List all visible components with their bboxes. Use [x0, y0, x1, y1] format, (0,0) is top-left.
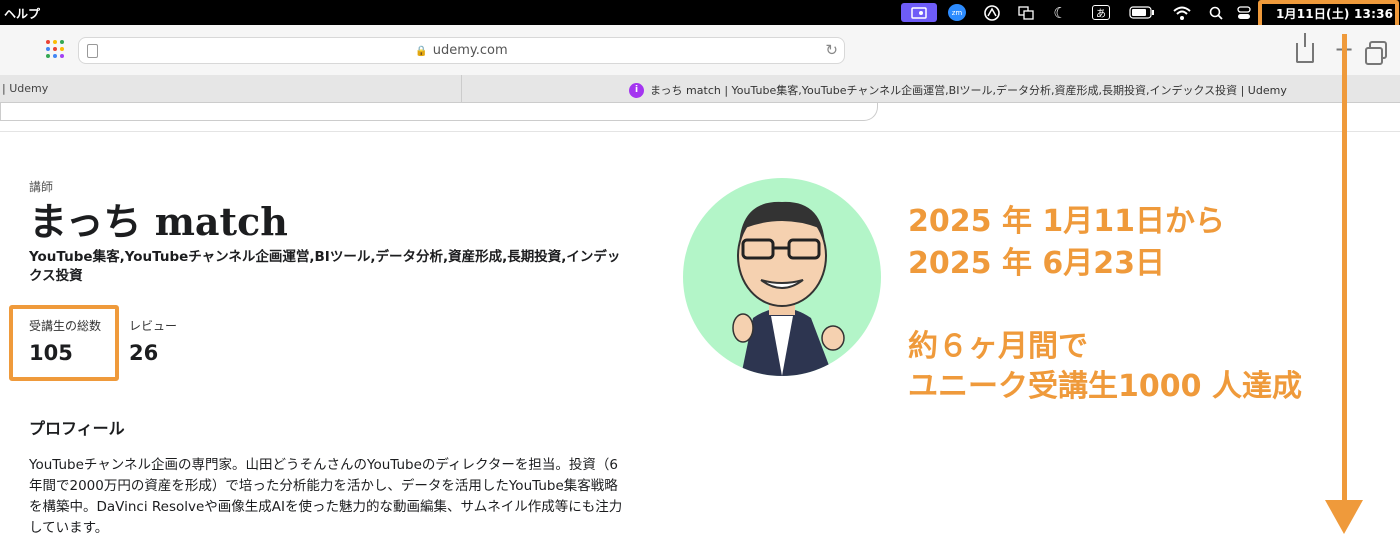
- translate-icon[interactable]: [1017, 4, 1035, 21]
- annotation-line-3: 約６ヶ月間で: [908, 329, 1088, 364]
- annotation-arrow: [1342, 34, 1347, 504]
- tab-2-label: まっち match | YouTube集客,YouTubeチャンネル企画運営,B…: [650, 84, 1287, 97]
- header-divider: [0, 131, 1400, 132]
- battery-icon[interactable]: [1128, 4, 1156, 21]
- wifi-icon[interactable]: [1172, 4, 1192, 21]
- search-icon[interactable]: [1208, 4, 1224, 21]
- moon-icon[interactable]: ☾: [1051, 4, 1069, 22]
- profile-bio: YouTubeチャンネル企画の専門家。山田どうそんさんのYouTubeのディレク…: [29, 457, 623, 536]
- lock-icon: 🔒: [415, 46, 428, 57]
- tab-1-label: | Udemy: [2, 82, 49, 95]
- instructor-headline: YouTube集客,YouTubeチャンネル企画運営,BIツール,データ分析,資…: [29, 249, 621, 284]
- browser-toolbar: 🔒udemy.com ↻ +: [0, 25, 1400, 75]
- avatar: [683, 178, 881, 376]
- udemy-favicon-icon: i: [629, 82, 644, 98]
- instructor-name: まっち match: [29, 199, 288, 244]
- reviews-label: レビュー: [129, 319, 178, 333]
- profile-section-title: プロフィール: [29, 419, 125, 438]
- site-search-bar[interactable]: [0, 103, 878, 121]
- tab-bar: | Udemy i まっち match | YouTube集客,YouTubeチ…: [0, 75, 1400, 103]
- tab-2[interactable]: i まっち match | YouTube集客,YouTubeチャンネル企画運営…: [629, 82, 1287, 98]
- menu-help[interactable]: ヘルプ: [4, 5, 40, 22]
- control-center-icon[interactable]: [1236, 4, 1252, 21]
- url-text: udemy.com: [432, 43, 508, 58]
- share-icon[interactable]: [1296, 33, 1314, 63]
- students-highlight-box: [9, 305, 119, 381]
- zoom-icon[interactable]: zm: [948, 4, 966, 21]
- app-icon[interactable]: [983, 4, 1001, 21]
- annotation-line-4: ユニーク受講生1000 人達成: [908, 369, 1302, 404]
- address-bar[interactable]: 🔒 udemy.com ↻: [78, 37, 845, 64]
- reload-icon[interactable]: ↻: [825, 41, 838, 59]
- tab-1[interactable]: | Udemy: [0, 75, 462, 103]
- annotation-arrow-head-icon: [1325, 500, 1363, 534]
- annotation-line-2: 2025 年 6月23日: [908, 246, 1166, 281]
- input-method-icon[interactable]: あ: [1092, 5, 1110, 20]
- annotation-line-1: 2025 年 1月11日から: [908, 204, 1226, 239]
- tab-overview-icon[interactable]: [1365, 41, 1387, 65]
- menu-bar: ヘルプ zm ☾ あ 1月11日(土) 13:36: [0, 0, 1400, 25]
- apps-grid-icon[interactable]: [46, 40, 64, 58]
- reviews-value: 26: [129, 341, 159, 365]
- screen-share-icon[interactable]: [901, 3, 937, 22]
